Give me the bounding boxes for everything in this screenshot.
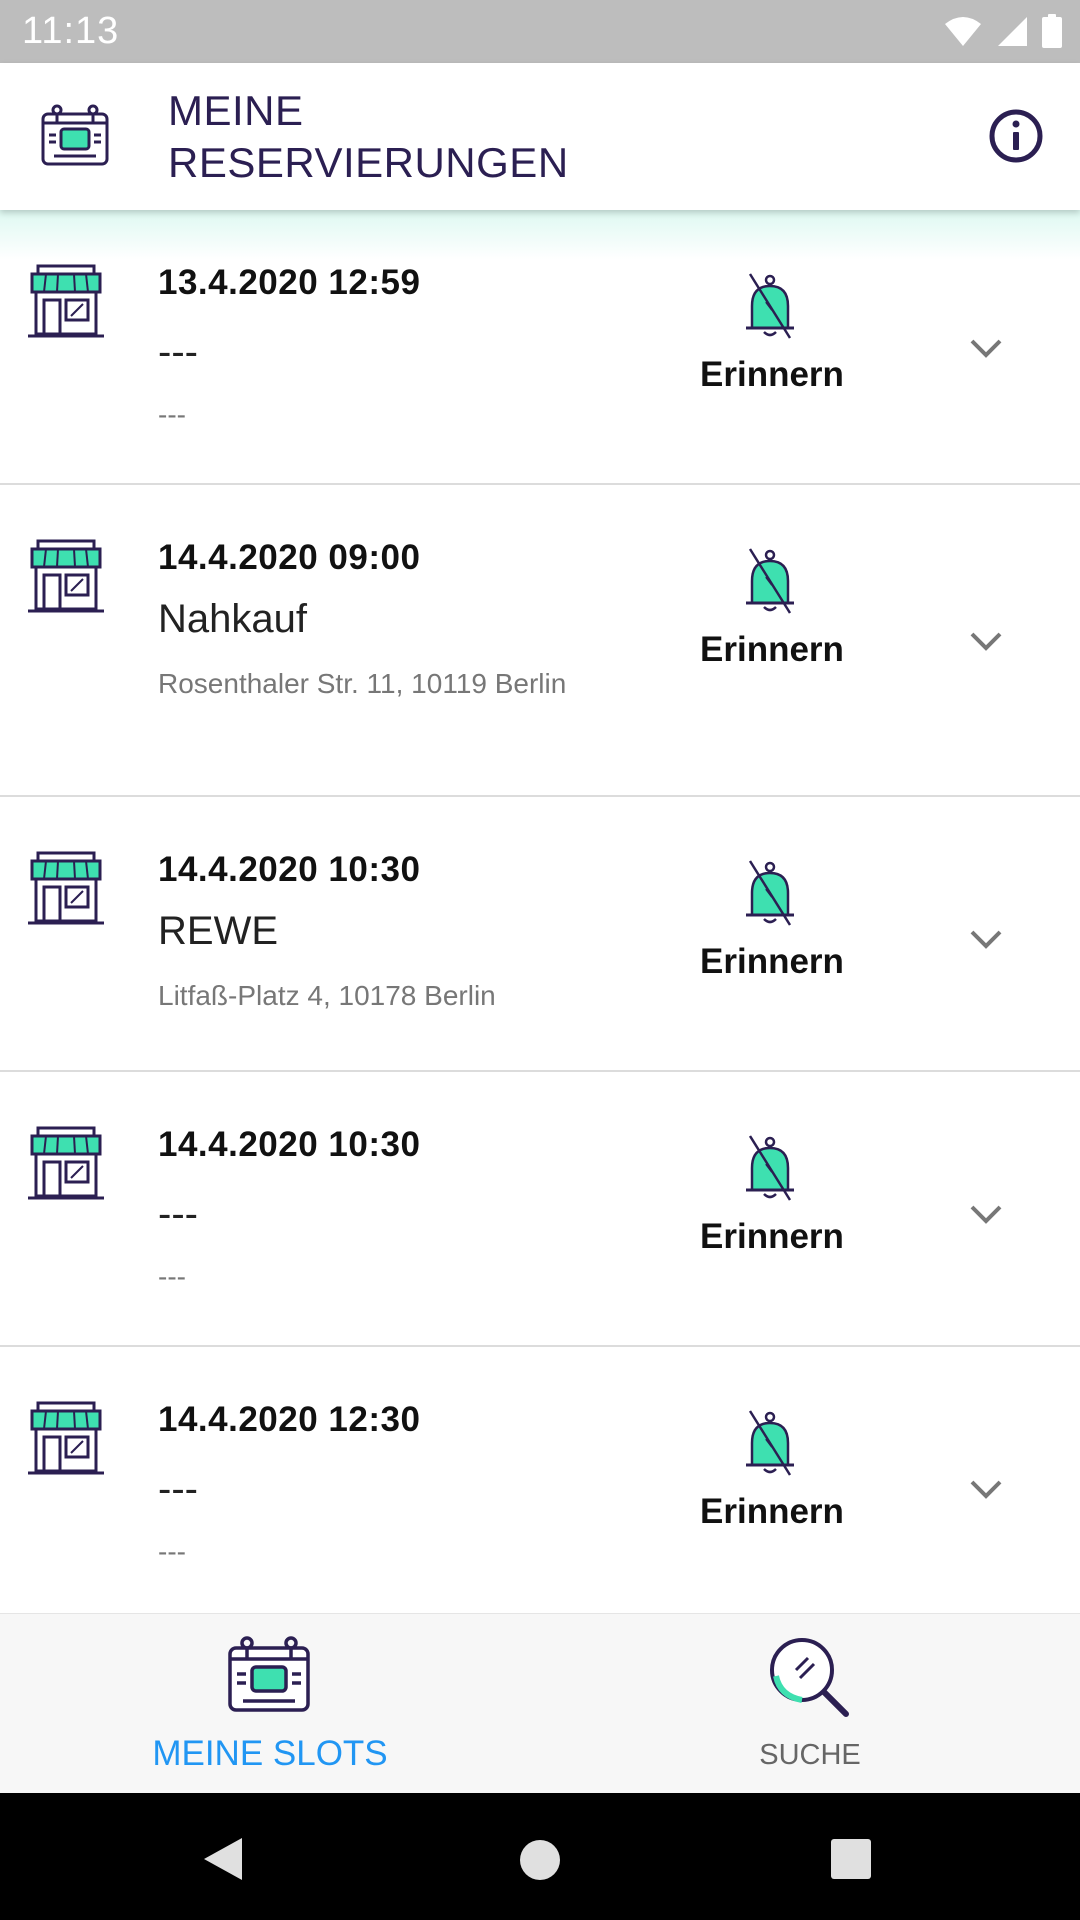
bell-off-icon[interactable]: [742, 1134, 798, 1202]
remind-label[interactable]: Erinnern: [700, 355, 844, 395]
remind-label[interactable]: Erinnern: [700, 1492, 844, 1532]
bottom-navigation: MEINE SLOTS SUCHE: [0, 1613, 1080, 1793]
reservation-address: ---: [158, 1261, 186, 1292]
tab-label: MEINE SLOTS: [152, 1734, 388, 1773]
status-time: 11:13: [22, 10, 120, 52]
reservation-item[interactable]: 14.4.2020 10:30 REWE Litfaß-Platz 4, 101…: [0, 797, 1080, 1072]
page-title-line2: RESERVIERUNGEN: [168, 139, 569, 186]
reservation-store-name: ---: [158, 1467, 198, 1511]
remind-label[interactable]: Erinnern: [700, 630, 844, 670]
wifi-icon: [945, 17, 981, 46]
battery-icon: [1042, 14, 1062, 48]
app-bar: MEINE RESERVIERUNGEN: [0, 63, 1080, 210]
reservation-date: 14.4.2020 12:30: [158, 1400, 421, 1439]
reservation-item[interactable]: 14.4.2020 09:00 Nahkauf Rosenthaler Str.…: [0, 485, 1080, 797]
status-bar: 11:13: [0, 0, 1080, 63]
remind-label[interactable]: Erinnern: [700, 942, 844, 982]
store-icon: [28, 264, 104, 338]
page-title: MEINE RESERVIERUNGEN: [168, 85, 768, 189]
store-icon: [28, 851, 104, 925]
store-icon: [28, 539, 104, 613]
header-shadow: [0, 210, 1080, 260]
recents-icon[interactable]: [830, 1838, 872, 1880]
store-icon: [28, 1126, 104, 1200]
system-navigation-bar: [0, 1793, 1080, 1920]
reservation-address: Rosenthaler Str. 11, 10119 Berlin: [158, 668, 567, 699]
reservation-address: Litfaß-Platz 4, 10178 Berlin: [158, 980, 496, 1011]
reservation-address: ---: [158, 1536, 186, 1567]
magnifier-icon: [770, 1638, 849, 1717]
calendar-screen-icon: [228, 1636, 310, 1712]
screen: 11:13 MEINE RESERVIERUNGEN 13.4.2020 12:…: [0, 0, 1080, 1920]
chevron-down-icon[interactable]: [968, 1202, 1004, 1226]
bell-off-icon[interactable]: [742, 1409, 798, 1477]
chevron-down-icon[interactable]: [968, 629, 1004, 653]
reservation-item[interactable]: 14.4.2020 12:30 --- --- Erinnern: [0, 1347, 1080, 1613]
reservation-date: 14.4.2020 10:30: [158, 850, 421, 889]
calendar-screen-icon: [41, 104, 109, 166]
bell-off-icon[interactable]: [742, 859, 798, 927]
chevron-down-icon[interactable]: [968, 336, 1004, 360]
tab-meine-slots[interactable]: MEINE SLOTS: [0, 1614, 540, 1794]
store-icon: [28, 1401, 104, 1475]
page-title-line1: MEINE: [168, 87, 304, 134]
signal-icon: [998, 17, 1027, 46]
bell-off-icon[interactable]: [742, 272, 798, 340]
reservation-date: 14.4.2020 10:30: [158, 1125, 421, 1164]
home-icon[interactable]: [518, 1838, 562, 1882]
tab-label: SUCHE: [759, 1739, 861, 1771]
reservation-store-name: REWE: [158, 909, 278, 953]
chevron-down-icon[interactable]: [968, 927, 1004, 951]
reservation-date: 13.4.2020 12:59: [158, 263, 421, 302]
bell-off-icon[interactable]: [742, 547, 798, 615]
reservation-item[interactable]: 14.4.2020 10:30 --- --- Erinnern: [0, 1072, 1080, 1347]
reservation-address: ---: [158, 399, 186, 430]
reservation-store-name: Nahkauf: [158, 597, 307, 641]
info-icon[interactable]: [988, 108, 1044, 164]
reservation-date: 14.4.2020 09:00: [158, 538, 421, 577]
status-icons: [944, 14, 1062, 48]
back-icon[interactable]: [200, 1836, 246, 1882]
chevron-down-icon[interactable]: [968, 1477, 1004, 1501]
remind-label[interactable]: Erinnern: [700, 1217, 844, 1257]
reservation-store-name: ---: [158, 1192, 198, 1236]
tab-suche[interactable]: SUCHE: [540, 1614, 1080, 1794]
reservation-list: 13.4.2020 12:59 --- --- Erinnern 14.4.20…: [0, 210, 1080, 1613]
reservation-store-name: ---: [158, 330, 198, 374]
